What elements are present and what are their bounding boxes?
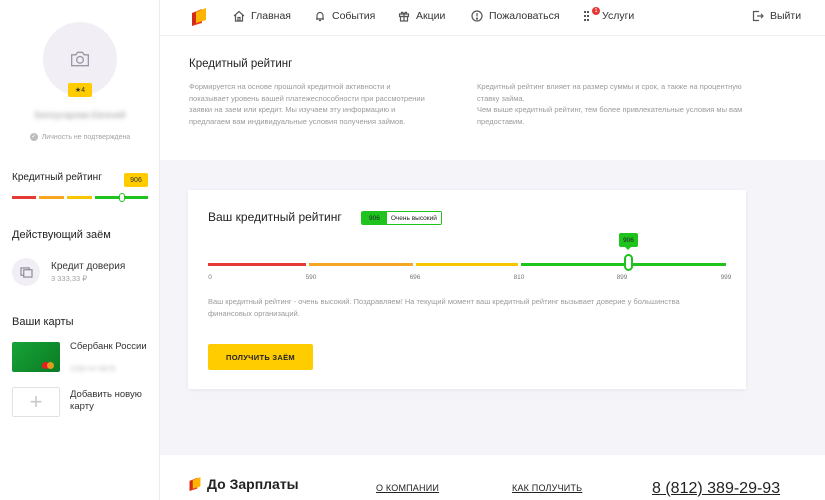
rating-card: Ваш кредитный рейтинг 906 Очень высокий …	[188, 190, 746, 389]
level-badge: ★4	[68, 83, 92, 97]
sidebar-rating-marker	[119, 193, 125, 202]
footer-link-how[interactable]: КАК ПОЛУЧИТЬ	[512, 483, 582, 493]
scale-tick-label: 899	[616, 274, 628, 281]
bell-icon	[316, 11, 324, 22]
exclamation-icon	[471, 10, 483, 22]
scale-tick-label: 0	[208, 274, 212, 281]
nav-complain-label: Пожаловаться	[489, 10, 560, 22]
cards-section-title: Ваши карты	[12, 316, 74, 328]
logout-label: Выйти	[770, 10, 802, 22]
scale-tick-label: 590	[305, 274, 317, 281]
nav-complain[interactable]: Пожаловаться	[471, 10, 560, 22]
info-right-text: Кредитный рейтинг влияет на размер суммы…	[477, 81, 747, 127]
sidebar-rating-bar-yellow	[67, 196, 92, 199]
nav-services[interactable]: 1 Услуги	[584, 7, 635, 22]
sidebar-rating-bar-red	[12, 196, 36, 199]
services-icon: 1	[584, 7, 600, 22]
add-card-label[interactable]: Добавить новую карту	[70, 389, 155, 413]
footer-link-about[interactable]: О КОМПАНИИ	[376, 483, 439, 493]
nav-home-label: Главная	[251, 10, 291, 22]
nav-events-label: События	[332, 10, 376, 22]
nav-promos-label: Акции	[416, 10, 446, 22]
loan-section-title: Действующий заём	[12, 229, 111, 241]
logout-button[interactable]: Выйти	[752, 10, 801, 22]
footer-brand[interactable]: До Зарплаты	[188, 476, 299, 492]
main-area: Ваш кредитный рейтинг 906 Очень высокий …	[160, 160, 825, 455]
rating-level: Очень высокий	[386, 212, 441, 224]
home-icon	[233, 10, 245, 22]
scale-segment-red	[208, 263, 306, 266]
card-number: 1234 •••• 5678	[70, 366, 115, 373]
gift-icon	[398, 11, 410, 22]
info-left-text: Формируется на основе прошлой кредитной …	[189, 82, 425, 126]
scale-segment-orange	[309, 263, 413, 266]
logout-icon	[752, 10, 764, 22]
sidebar-rating-badge: 906	[124, 173, 148, 187]
loan-amount: 3 333,33 ₽	[51, 274, 88, 283]
scale-tick-label: 810	[513, 274, 525, 281]
loan-name[interactable]: Кредит доверия	[51, 261, 125, 272]
identity-status-text: Личность не подтверждена	[41, 133, 131, 141]
user-name: Белоусарова Евгений	[34, 110, 126, 120]
top-header: Главная События Акции Пожаловаться 1 Усл…	[160, 0, 825, 36]
add-card-button[interactable]: +	[12, 387, 60, 417]
footer-phone[interactable]: 8 (812) 389-29-93	[652, 480, 780, 498]
rating-level-pill: 906 Очень высокий	[361, 211, 442, 225]
info-right-text-2: Чем выше кредитный рейтинг, тем более пр…	[477, 105, 743, 126]
rating-value: 906	[362, 212, 387, 224]
info-right-text-1: Кредитный рейтинг влияет на размер суммы…	[477, 82, 742, 103]
brand-logo-icon[interactable]	[190, 7, 208, 32]
nav-promos[interactable]: Акции	[398, 10, 445, 22]
footer: До Зарплаты О КОМПАНИИ КАК ПОЛУЧИТЬ 8 (8…	[160, 455, 825, 500]
sidebar-rating-bar-orange	[39, 196, 64, 199]
info-title: Кредитный рейтинг	[189, 58, 293, 70]
rating-marker-badge: 906	[619, 233, 638, 247]
nav-services-label: Услуги	[602, 10, 635, 22]
notification-badge: 1	[592, 7, 600, 15]
check-circle-icon: ✓	[29, 133, 38, 141]
plus-icon: +	[29, 389, 43, 414]
rating-marker-tip	[625, 247, 631, 250]
sidebar: ★4 Белоусарова Евгений ✓ Личность не под…	[0, 0, 160, 500]
footer-brand-name: До Зарплаты	[207, 476, 299, 492]
info-section: Кредитный рейтинг Формируется на основе …	[160, 37, 825, 160]
document-icon	[19, 266, 33, 278]
loan-icon[interactable]	[12, 258, 40, 286]
rating-card-title: Ваш кредитный рейтинг	[208, 210, 342, 224]
rating-description: Ваш кредитный рейтинг - очень высокий. П…	[208, 297, 680, 318]
identity-status: ✓ Личность не подтверждена	[0, 133, 160, 141]
scale-tick-label: 999	[720, 274, 732, 281]
nav-events[interactable]: События	[314, 10, 375, 22]
sidebar-rating-label: Кредитный рейтинг	[12, 172, 102, 183]
nav-home[interactable]: Главная	[233, 10, 291, 22]
scale-segment-yellow	[416, 263, 518, 266]
brand-logo-icon	[189, 477, 201, 491]
card-bank-name[interactable]: Сбербанк России	[70, 341, 150, 353]
get-loan-button[interactable]: ПОЛУЧИТЬ ЗАЁМ	[208, 344, 313, 370]
bank-card-image[interactable]	[12, 342, 60, 372]
camera-icon	[71, 51, 89, 67]
rating-marker	[624, 254, 633, 271]
scale-tick-label: 696	[409, 274, 421, 281]
